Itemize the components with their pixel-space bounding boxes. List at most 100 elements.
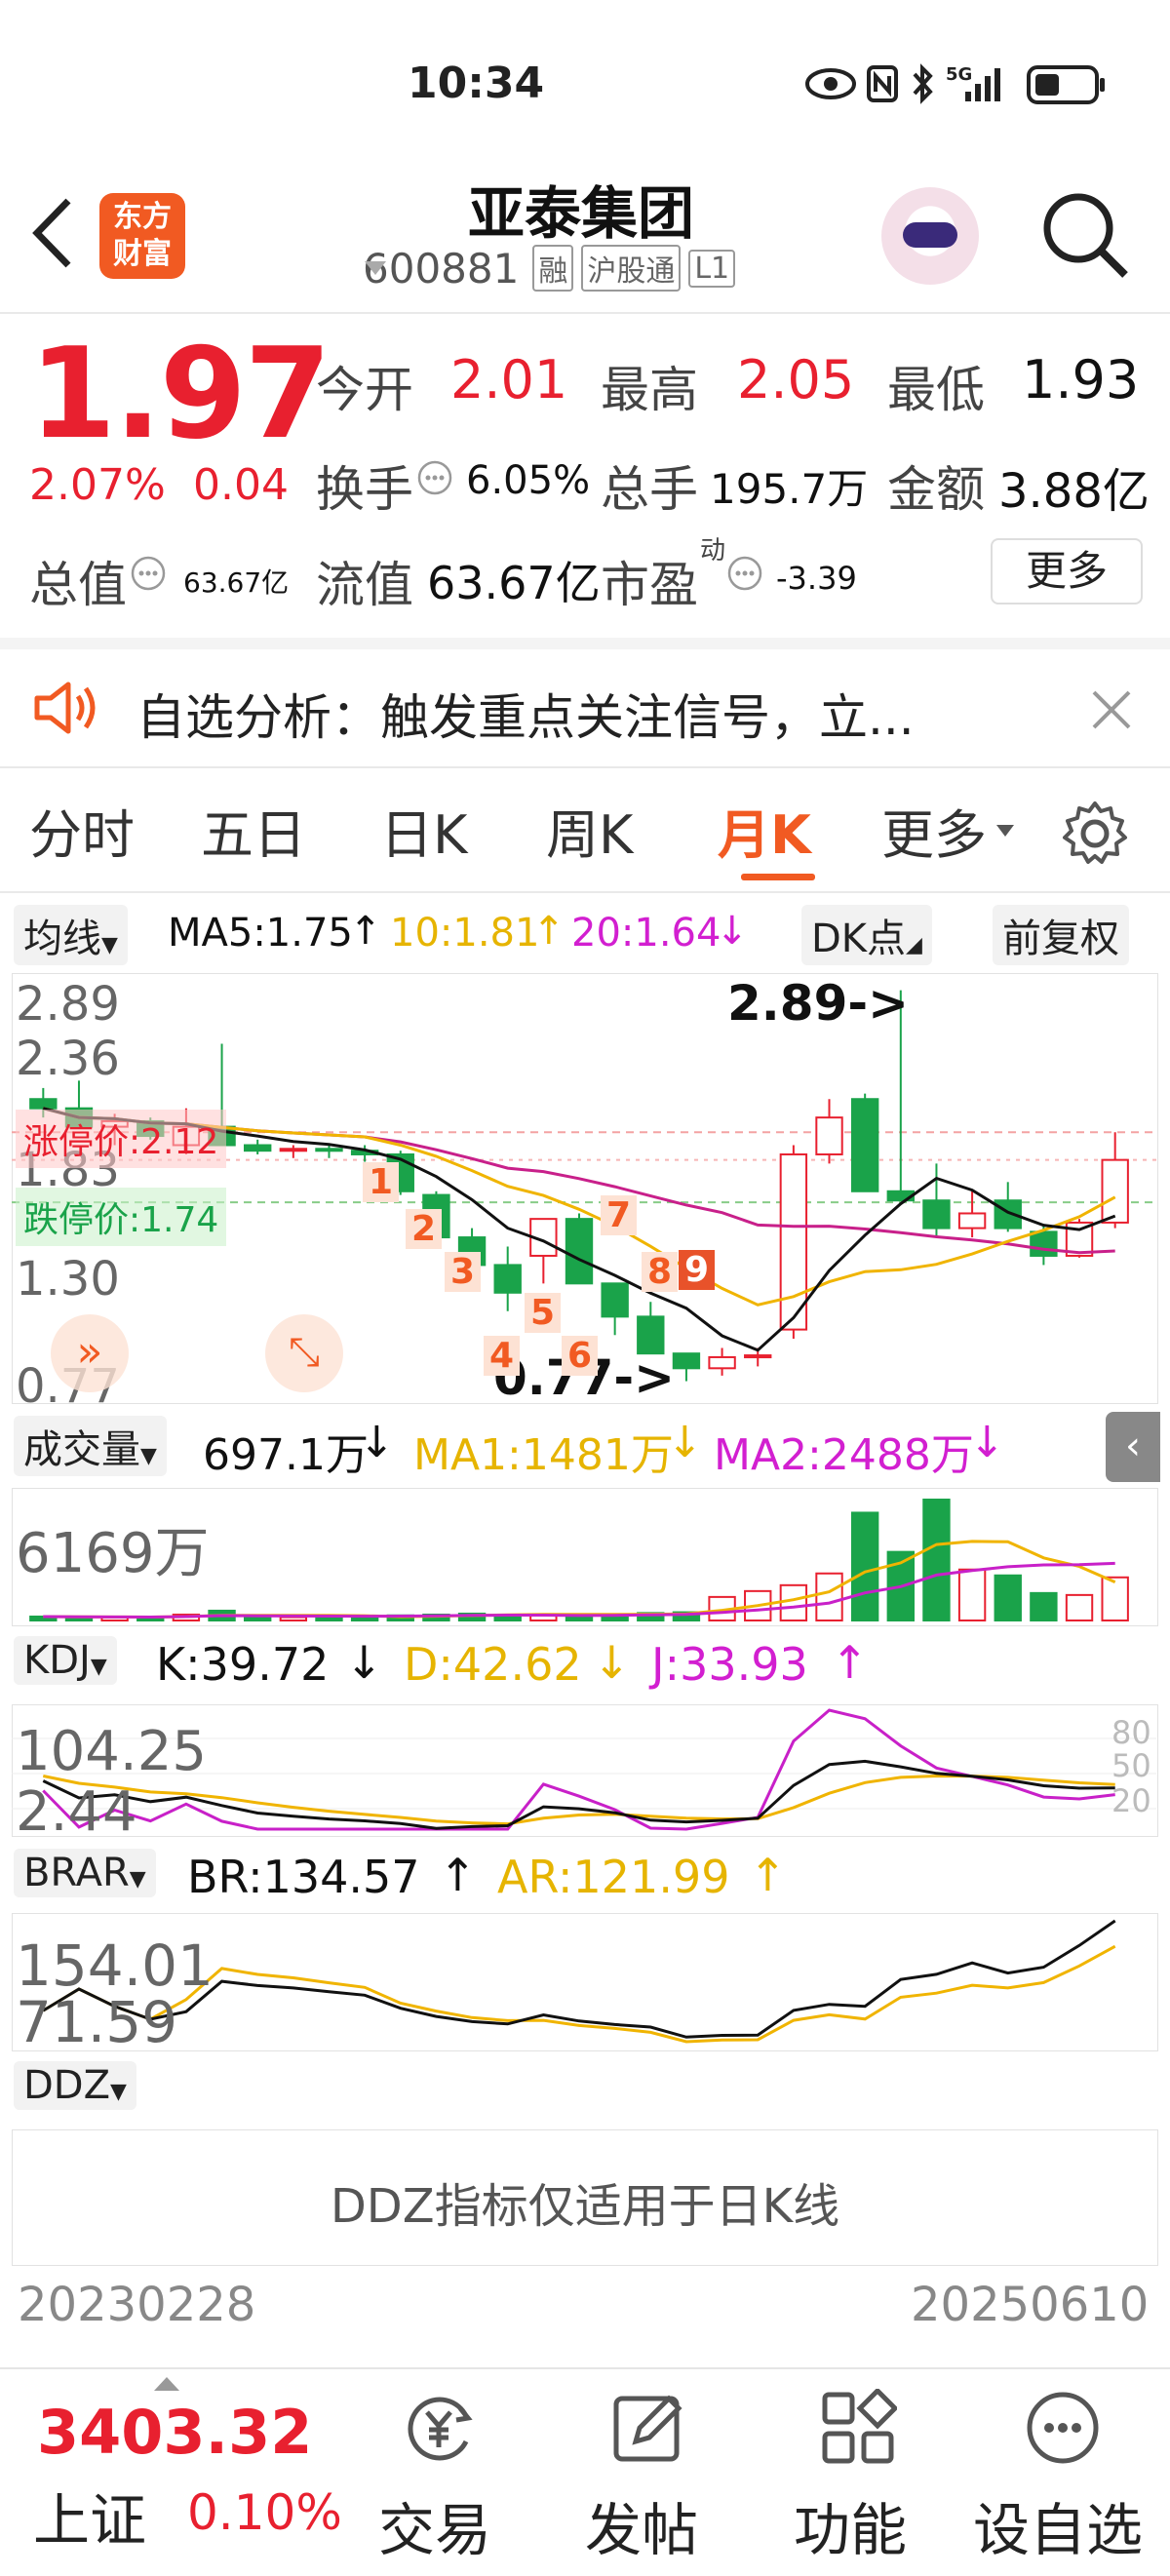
brar-br: BR:134.57: [187, 1851, 420, 1903]
battery-icon: [1027, 65, 1105, 104]
function-label[interactable]: 功能: [794, 2484, 907, 2566]
seq-9: 9: [679, 1250, 716, 1290]
volume-arrow: ↓: [359, 1418, 395, 1467]
kdj-axis-bottom: 2.44: [16, 1780, 137, 1844]
assistant-avatar[interactable]: [881, 187, 979, 285]
signal-icon: [965, 68, 1000, 101]
index-pct[interactable]: 0.10%: [187, 2484, 342, 2541]
ma-dropdown[interactable]: 均线▼: [14, 905, 128, 965]
back-icon[interactable]: [29, 197, 74, 269]
grid-function-icon[interactable]: [819, 2389, 897, 2467]
volume-bar: [244, 1616, 272, 1622]
yuan-exchange-icon[interactable]: [398, 2387, 480, 2469]
ma5-arrow: ↑: [349, 909, 382, 954]
caret-down-icon: ▼: [90, 1655, 107, 1679]
info-icon[interactable]: [727, 556, 762, 591]
index-value[interactable]: 3403.32: [37, 2397, 312, 2468]
limit-down-label: 跌停价:1.74: [16, 1188, 227, 1246]
change-pct: 2.07%: [29, 460, 166, 510]
high-marker: 2.89->: [727, 975, 910, 1032]
candle-body: [922, 1199, 951, 1229]
kdj-dropdown-label: KDJ: [23, 1638, 91, 1683]
corner-icon: ◢: [906, 933, 922, 957]
high-value: 2.05: [737, 349, 855, 410]
ddz-dropdown[interactable]: DDZ▼: [14, 2061, 136, 2110]
brar-axis-bottom: 71.59: [16, 1989, 178, 2055]
ma-dropdown-label: 均线: [23, 917, 101, 961]
tab-five-day[interactable]: 五日: [201, 792, 306, 869]
seq-8: 8: [642, 1252, 679, 1292]
tag-level[interactable]: L1: [688, 249, 736, 288]
kdj-k: K:39.72: [156, 1638, 330, 1691]
price-axis-2: 2.36: [16, 1032, 120, 1086]
dk-point-button[interactable]: DK点◢: [801, 905, 932, 965]
kdj-dropdown[interactable]: KDJ▼: [14, 1636, 117, 1685]
index-name[interactable]: 上证: [33, 2475, 146, 2556]
stock-code-row: 600881 融 沪股通 L1: [363, 244, 736, 293]
tab-more[interactable]: 更多: [881, 792, 987, 869]
ddz-panel: DDZ指标仅适用于日K线: [12, 2129, 1158, 2266]
period-tabs: 分时 五日 日K 周K 月K 更多: [0, 768, 1170, 887]
bottom-nav: 3403.32 上证 0.10% 交易 发帖 功能 设自选: [0, 2367, 1170, 2576]
volume-label: 总手: [601, 461, 698, 518]
caret-down-icon[interactable]: [994, 823, 1016, 839]
volume-bar: [850, 1511, 879, 1622]
brar-ar: AR:121.99: [497, 1851, 730, 1903]
seq-4: 4: [484, 1336, 521, 1376]
info-icon[interactable]: [131, 556, 166, 591]
clock: 10:34: [408, 59, 545, 108]
caret-down-icon: ▼: [110, 2080, 127, 2104]
brar-dropdown[interactable]: BRAR▼: [14, 1849, 156, 1897]
caret-up-icon[interactable]: [152, 2375, 181, 2393]
volume-dropdown[interactable]: 成交量▼: [14, 1416, 167, 1476]
volume-bar: [279, 1616, 308, 1622]
turnover-value: 6.05%: [466, 458, 591, 503]
app-logo: 东方 财富: [99, 193, 185, 279]
candle-body: [601, 1282, 629, 1318]
volume-ma1-arrow: ↓: [667, 1418, 703, 1467]
pe-value: -3.39: [776, 560, 857, 597]
caret-down-icon[interactable]: [363, 259, 388, 277]
gear-icon[interactable]: [1061, 800, 1129, 868]
kdj-k-arrow: ↓: [345, 1636, 383, 1689]
watchlist-label[interactable]: 设自选: [973, 2484, 1143, 2566]
volume-value: 195.7万: [710, 465, 869, 513]
volume-bar: [315, 1616, 343, 1622]
candle-body: [565, 1218, 594, 1285]
caret-down-icon: ▼: [129, 1867, 146, 1892]
tab-intraday[interactable]: 分时: [29, 792, 135, 869]
fullscreen-button[interactable]: ⤡: [265, 1314, 343, 1392]
brar-dropdown-label: BRAR: [23, 1851, 130, 1895]
brar-ar-arrow: ↑: [749, 1849, 787, 1901]
dk-label: DK点: [811, 917, 907, 961]
adjust-button[interactable]: 前复权: [993, 905, 1129, 965]
close-icon[interactable]: [1090, 688, 1133, 731]
seq-5: 5: [525, 1293, 562, 1333]
edit-post-icon[interactable]: [610, 2389, 688, 2467]
candle-body: [850, 1098, 879, 1192]
expand-left-button[interactable]: »: [51, 1314, 129, 1392]
ddz-legend-row: DDZ▼: [0, 2057, 1170, 2120]
analysis-banner[interactable]: 自选分析：触发重点关注信号，立...: [0, 649, 1170, 766]
pe-superscript: 动: [700, 536, 726, 566]
mktcap-value: 63.67亿: [183, 566, 290, 599]
tabs-divider: [0, 891, 1170, 893]
info-icon[interactable]: [417, 460, 452, 495]
candle-body: [744, 1354, 772, 1359]
post-label[interactable]: 发帖: [585, 2484, 698, 2566]
collapse-side-button[interactable]: ‹: [1106, 1412, 1160, 1482]
kdj-ref-50: 50: [1112, 1747, 1151, 1784]
limit-up-label: 涨停价:2.12: [16, 1110, 227, 1168]
candle-body: [315, 1148, 343, 1152]
trade-label[interactable]: 交易: [378, 2484, 491, 2566]
search-icon[interactable]: [1039, 189, 1131, 281]
candle-body: [815, 1116, 843, 1155]
volume-ma2-arrow: ↓: [969, 1418, 1005, 1467]
more-dots-icon[interactable]: [1024, 2389, 1102, 2467]
volume-legend-row: 成交量▼ 697.1万 ↓ MA1:1481万 ↓ MA2:2488万 ↓ ‹: [0, 1412, 1170, 1482]
tab-weekly-k[interactable]: 周K: [546, 792, 633, 869]
more-button[interactable]: 更多: [991, 538, 1143, 605]
tab-daily-k[interactable]: 日K: [380, 792, 467, 869]
tab-monthly-k[interactable]: 月K: [718, 792, 811, 869]
low-value: 1.93: [1022, 349, 1140, 410]
